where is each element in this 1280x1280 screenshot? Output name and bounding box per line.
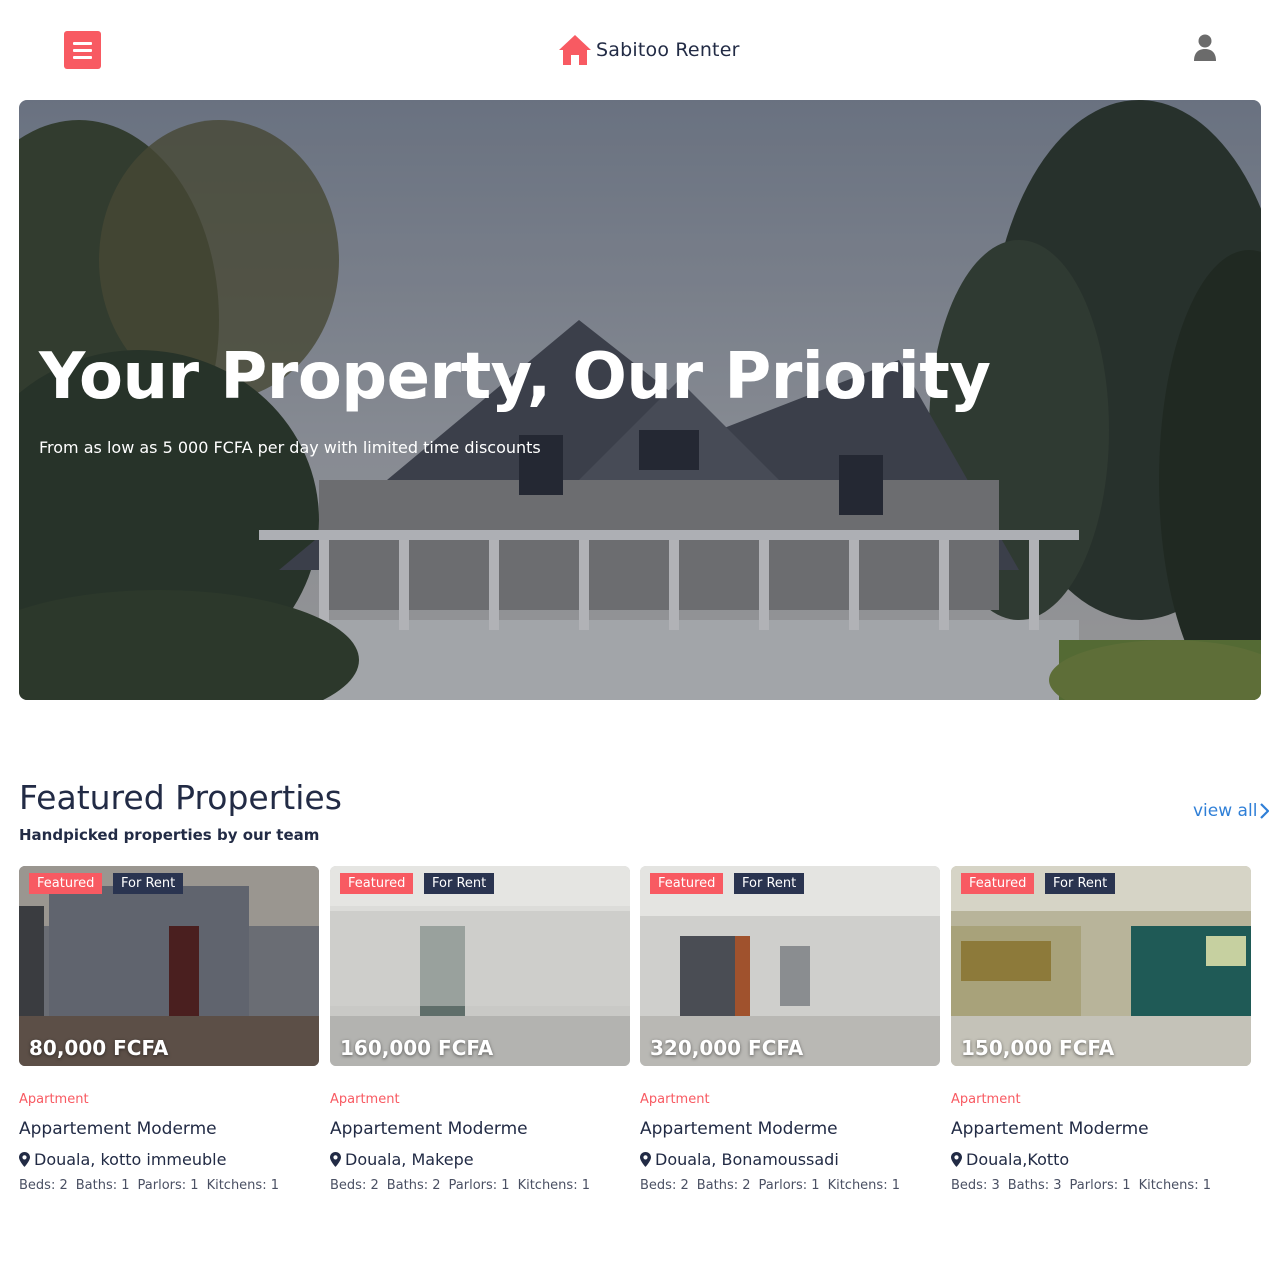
property-name[interactable]: Appartement Moderme <box>330 1119 528 1139</box>
chevron-right-icon <box>1260 803 1270 819</box>
property-card[interactable]: Featured For Rent 80,000 FCFA Apartment … <box>19 866 319 1206</box>
location-text: Douala, Makepe <box>345 1150 474 1169</box>
property-specs: Beds: 2 Baths: 2 Parlors: 1 Kitchens: 1 <box>640 1178 900 1193</box>
hamburger-icon <box>73 41 92 45</box>
map-marker-icon <box>951 1152 962 1167</box>
baths-count: Baths: 2 <box>386 1178 441 1193</box>
hero-banner: Your Property, Our Priority From as low … <box>19 100 1261 700</box>
hamburger-menu-button[interactable] <box>64 31 101 69</box>
view-all-link[interactable]: view all <box>1193 801 1270 821</box>
view-all-label: view all <box>1193 801 1258 821</box>
beds-count: Beds: 2 <box>640 1178 689 1193</box>
property-photo[interactable]: Featured For Rent 80,000 FCFA <box>19 866 319 1066</box>
property-photo[interactable]: Featured For Rent 150,000 FCFA <box>951 866 1251 1066</box>
baths-count: Baths: 2 <box>696 1178 751 1193</box>
featured-badge: Featured <box>961 873 1035 894</box>
property-price: 150,000 FCFA <box>961 1036 1115 1060</box>
hero-title: Your Property, Our Priority <box>39 340 991 414</box>
baths-count: Baths: 3 <box>1007 1178 1062 1193</box>
property-location: Douala, kotto immeuble <box>19 1150 226 1169</box>
featured-subtitle: Handpicked properties by our team <box>19 826 320 844</box>
property-price: 80,000 FCFA <box>29 1036 169 1060</box>
featured-badge: Featured <box>650 873 724 894</box>
map-marker-icon <box>330 1152 341 1167</box>
beds-count: Beds: 2 <box>19 1178 68 1193</box>
kitchens-count: Kitchens: 1 <box>1138 1178 1211 1193</box>
property-type: Apartment <box>19 1092 89 1107</box>
hero-subtitle: From as low as 5 000 FCFA per day with l… <box>39 438 541 457</box>
property-type: Apartment <box>330 1092 400 1107</box>
kitchens-count: Kitchens: 1 <box>517 1178 590 1193</box>
parlors-count: Parlors: 1 <box>448 1178 510 1193</box>
property-price: 160,000 FCFA <box>340 1036 494 1060</box>
parlors-count: Parlors: 1 <box>137 1178 199 1193</box>
brand-logo[interactable]: Sabitoo Renter <box>558 32 740 68</box>
property-photo[interactable]: Featured For Rent 160,000 FCFA <box>330 866 630 1066</box>
property-price: 320,000 FCFA <box>650 1036 804 1060</box>
kitchens-count: Kitchens: 1 <box>827 1178 900 1193</box>
for-rent-badge: For Rent <box>734 873 805 894</box>
property-card[interactable]: Featured For Rent 160,000 FCFA Apartment… <box>330 866 630 1206</box>
featured-badge: Featured <box>29 873 103 894</box>
property-photo[interactable]: Featured For Rent 320,000 FCFA <box>640 866 940 1066</box>
property-cards: Featured For Rent 80,000 FCFA Apartment … <box>19 866 1251 1206</box>
property-location: Douala, Makepe <box>330 1150 474 1169</box>
property-card[interactable]: Featured For Rent 150,000 FCFA Apartment… <box>951 866 1251 1206</box>
property-name[interactable]: Appartement Moderme <box>640 1119 838 1139</box>
top-nav: Sabitoo Renter <box>0 0 1280 100</box>
map-marker-icon <box>640 1152 651 1167</box>
user-icon[interactable] <box>1193 34 1217 62</box>
property-specs: Beds: 3 Baths: 3 Parlors: 1 Kitchens: 1 <box>951 1178 1211 1193</box>
property-type: Apartment <box>640 1092 710 1107</box>
parlors-count: Parlors: 1 <box>758 1178 820 1193</box>
property-specs: Beds: 2 Baths: 2 Parlors: 1 Kitchens: 1 <box>330 1178 590 1193</box>
property-specs: Beds: 2 Baths: 1 Parlors: 1 Kitchens: 1 <box>19 1178 279 1193</box>
property-location: Douala, Bonamoussadi <box>640 1150 839 1169</box>
brand-name: Sabitoo Renter <box>596 39 740 61</box>
beds-count: Beds: 2 <box>330 1178 379 1193</box>
property-name[interactable]: Appartement Moderme <box>951 1119 1149 1139</box>
location-text: Douala,Kotto <box>966 1150 1070 1169</box>
property-location: Douala,Kotto <box>951 1150 1069 1169</box>
baths-count: Baths: 1 <box>75 1178 130 1193</box>
beds-count: Beds: 3 <box>951 1178 1000 1193</box>
home-icon <box>559 35 591 65</box>
property-name[interactable]: Appartement Moderme <box>19 1119 217 1139</box>
kitchens-count: Kitchens: 1 <box>206 1178 279 1193</box>
for-rent-badge: For Rent <box>113 873 184 894</box>
featured-badge: Featured <box>340 873 414 894</box>
location-text: Douala, Bonamoussadi <box>655 1150 839 1169</box>
property-type: Apartment <box>951 1092 1021 1107</box>
for-rent-badge: For Rent <box>424 873 495 894</box>
location-text: Douala, kotto immeuble <box>34 1150 227 1169</box>
featured-title: Featured Properties <box>19 778 342 817</box>
property-card[interactable]: Featured For Rent 320,000 FCFA Apartment… <box>640 866 940 1206</box>
map-marker-icon <box>19 1152 30 1167</box>
parlors-count: Parlors: 1 <box>1069 1178 1131 1193</box>
for-rent-badge: For Rent <box>1045 873 1116 894</box>
